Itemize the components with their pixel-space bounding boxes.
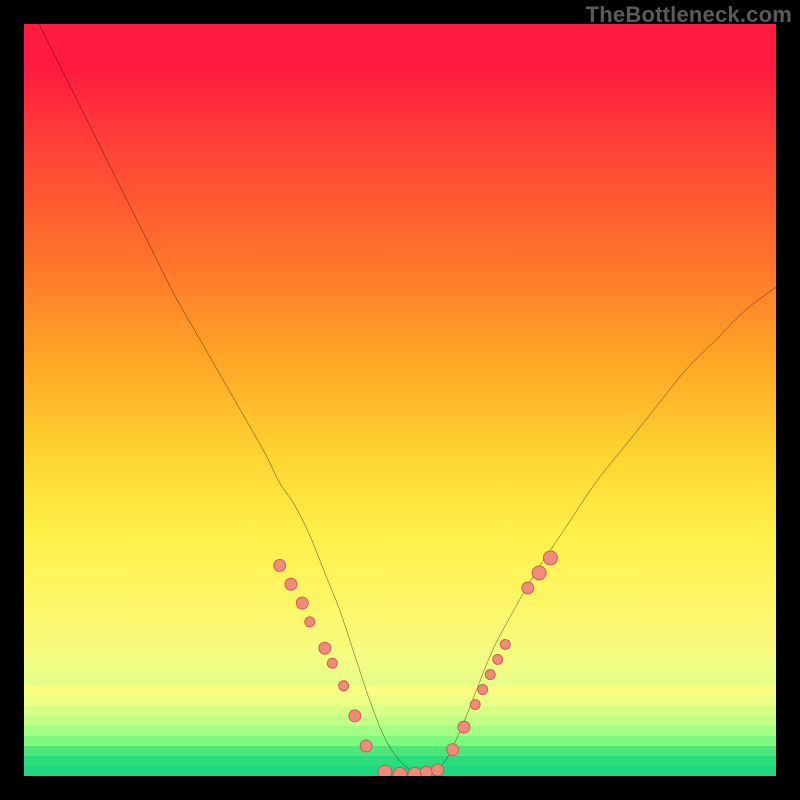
data-dot [285, 578, 297, 590]
data-dot [543, 551, 557, 565]
chart-frame: TheBottleneck.com [0, 0, 800, 800]
data-dots [274, 551, 558, 776]
data-dot [296, 597, 308, 609]
plot-area [24, 24, 776, 776]
data-dot [493, 654, 503, 664]
data-dot [485, 669, 495, 679]
data-dot [470, 700, 480, 710]
curve-layer [24, 24, 776, 776]
data-dot [420, 766, 432, 776]
data-dot [432, 764, 444, 776]
data-dot [305, 617, 315, 627]
data-dot [478, 685, 488, 695]
bottleneck-curve [24, 24, 776, 774]
data-dot [458, 721, 470, 733]
data-dot [274, 559, 286, 571]
data-dot [500, 639, 510, 649]
data-dot [319, 642, 331, 654]
data-dot [378, 765, 392, 776]
data-dot [522, 582, 534, 594]
data-dot [327, 658, 337, 668]
data-dot [393, 767, 407, 776]
data-dot [447, 744, 459, 756]
data-dot [532, 566, 546, 580]
data-dot [360, 740, 372, 752]
data-dot [339, 681, 349, 691]
data-dot [349, 710, 361, 722]
